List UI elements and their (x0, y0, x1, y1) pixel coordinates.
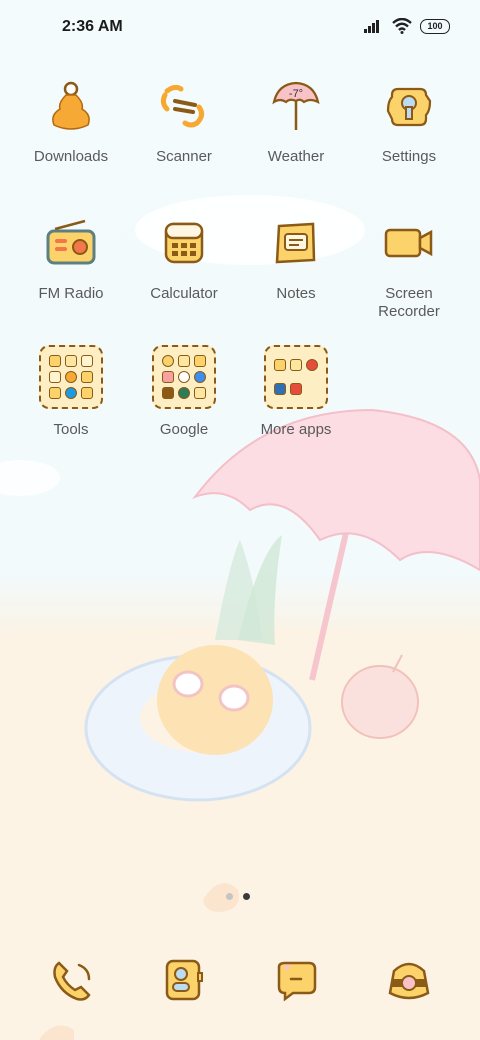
folder-more-apps[interactable]: More apps (240, 345, 352, 439)
cleaner-icon (81, 387, 93, 399)
google-icon (162, 355, 174, 367)
opera-icon (306, 359, 318, 371)
dock-contacts[interactable] (154, 950, 214, 1010)
status-time: 2:36 AM (62, 18, 123, 35)
battery-icon: 100 (420, 18, 450, 34)
flag-icon (290, 383, 302, 395)
folder-google-preview (152, 345, 216, 409)
page-dot-2[interactable] (243, 893, 250, 900)
phone-icon (53, 961, 91, 1001)
chrome-icon (194, 371, 206, 383)
folder-label-tools: Tools (53, 421, 89, 438)
image-icon (49, 387, 61, 399)
status-icons: 100 (364, 18, 450, 34)
scanner-icon (160, 84, 205, 128)
app-label-scanner: Scanner (156, 148, 212, 165)
lightning-icon (290, 359, 302, 371)
calculator-icon (164, 222, 204, 264)
wifi-icon (392, 18, 412, 34)
app-notes[interactable]: Notes (240, 213, 352, 303)
status-bar: 2:36 AM 100 (0, 0, 480, 56)
signal-icon (364, 20, 379, 33)
browser-icon (65, 387, 77, 399)
app-calculator[interactable]: Calculator (128, 213, 240, 303)
downloads-icon (52, 81, 90, 130)
radio-icon (46, 219, 96, 265)
app-weather[interactable]: -7° Weather (240, 76, 352, 166)
linkedin-icon (274, 383, 286, 395)
headphones-icon (81, 355, 93, 367)
battery-level: 100 (427, 20, 443, 31)
app-label-screen-recorder: Screen Recorder (378, 285, 440, 320)
dock-phone[interactable] (42, 950, 102, 1010)
app-settings[interactable]: Settings (353, 76, 465, 166)
folder-label-more-apps: More apps (260, 421, 332, 438)
app-label-fm-radio: FM Radio (38, 285, 104, 302)
gmail-icon (194, 355, 206, 367)
settings-icon (386, 87, 432, 127)
folder-label-google: Google (159, 421, 209, 438)
empty-slot (306, 383, 318, 395)
folder-google[interactable]: Google (128, 345, 240, 439)
app-downloads[interactable]: Downloads (15, 76, 127, 166)
page-indicator[interactable] (226, 893, 250, 900)
sleep-icon (49, 371, 61, 383)
dock-camera[interactable] (379, 950, 439, 1010)
photos-icon (178, 371, 190, 383)
messages-icon (277, 961, 317, 1002)
drive-icon (162, 387, 174, 399)
folder-tools-preview (39, 345, 103, 409)
contacts-icon (165, 959, 203, 1001)
folder-more-apps-preview (264, 345, 328, 409)
camera-icon (388, 962, 430, 1000)
screen-recorder-icon (384, 228, 433, 258)
app-label-downloads: Downloads (33, 148, 109, 165)
app-label-settings: Settings (381, 148, 437, 165)
app-label-calculator: Calculator (150, 285, 218, 302)
weather-icon: -7° (272, 81, 320, 130)
microphone-icon (49, 355, 61, 367)
files-icon (194, 387, 206, 399)
maps-icon (178, 387, 190, 399)
compass-icon (65, 355, 77, 367)
app-label-notes: Notes (276, 285, 316, 302)
weather-temperature: -7° (289, 88, 303, 100)
app-fm-radio[interactable]: FM Radio (15, 213, 127, 303)
youtube-icon (162, 371, 174, 383)
app-scanner[interactable]: Scanner (128, 76, 240, 166)
assistant-icon (178, 355, 190, 367)
app-label-weather: Weather (267, 148, 325, 165)
clock-icon (65, 371, 77, 383)
gallery-icon (274, 359, 286, 371)
file-icon (81, 371, 93, 383)
notes-icon (275, 222, 316, 264)
dock-messages[interactable] (266, 950, 326, 1010)
folder-tools[interactable]: Tools (15, 345, 127, 439)
app-screen-recorder[interactable]: Screen Recorder (353, 213, 465, 321)
page-dot-1[interactable] (226, 893, 233, 900)
